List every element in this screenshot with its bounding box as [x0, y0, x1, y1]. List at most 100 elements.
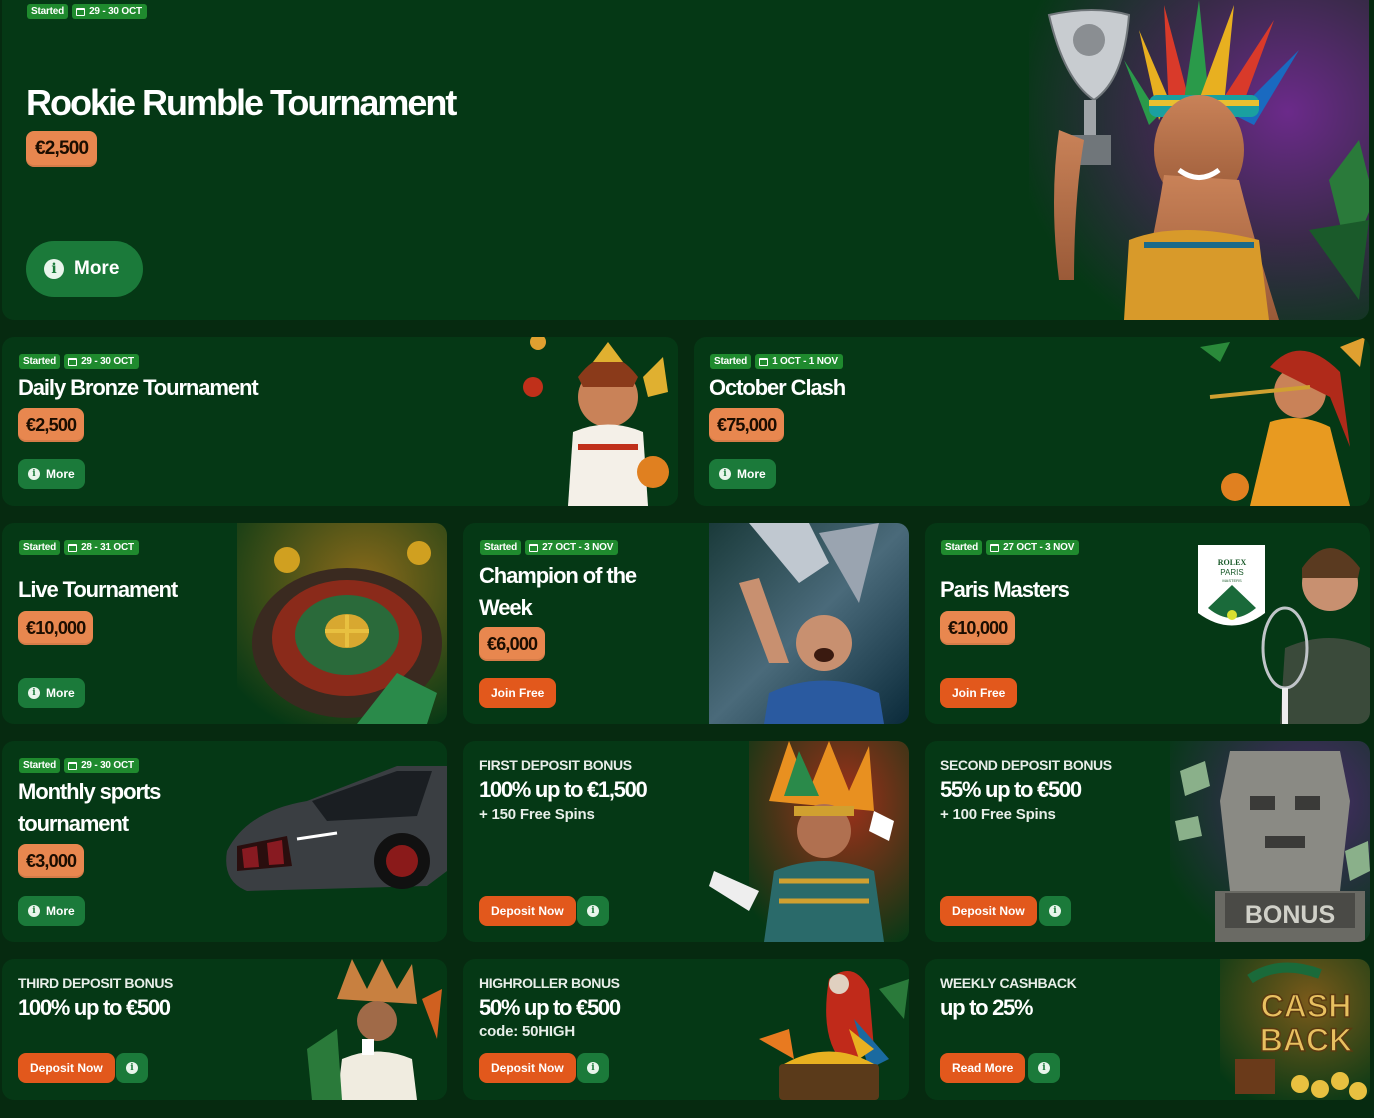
more-label: More: [74, 258, 120, 279]
prize-badge: €6,000: [479, 627, 546, 661]
bonus-card-highroller[interactable]: HIGHROLLER BONUS 50% up to €500 code: 50…: [463, 959, 909, 1100]
status-badge: Started: [19, 758, 61, 773]
tournament-title: Live Tournament: [18, 577, 178, 602]
info-button[interactable]: i: [577, 896, 609, 926]
tournament-card-champion-week[interactable]: Started 27 OCT - 3 NOV Champion of the W…: [463, 523, 909, 724]
deposit-now-button[interactable]: Deposit Now: [18, 1053, 115, 1083]
date-badge: 27 OCT - 3 NOV: [986, 540, 1080, 555]
card-badges: Started 29 - 30 OCT: [19, 354, 139, 369]
tournament-card-live[interactable]: Started 28 - 31 OCT Live Tournament €10,…: [2, 523, 447, 724]
info-icon: i: [719, 468, 731, 480]
info-icon: i: [587, 905, 599, 917]
title-line-1: Monthly sports: [18, 779, 161, 804]
deposit-now-button[interactable]: Deposit Now: [479, 896, 576, 926]
tennis-player-illustration: ROLEX PARIS MASTERS: [1198, 545, 1370, 724]
card-badges: Started 29 - 30 OCT: [19, 758, 139, 773]
calendar-icon: [68, 543, 78, 552]
tournament-card-paris-masters[interactable]: Started 27 OCT - 3 NOV Paris Masters €10…: [925, 523, 1370, 724]
more-button[interactable]: i More: [18, 459, 85, 489]
calendar-icon: [76, 7, 86, 16]
calendar-icon: [68, 357, 78, 366]
info-icon: i: [1038, 1062, 1050, 1074]
read-more-button[interactable]: Read More: [940, 1053, 1026, 1083]
date-text: 28 - 31 OCT: [81, 542, 134, 553]
bonus-title: up to 25%: [940, 995, 1034, 1020]
card-badges: Started 27 OCT - 3 NOV: [480, 540, 619, 555]
join-free-button[interactable]: Join Free: [479, 678, 557, 708]
date-text: 1 OCT - 1 NOV: [772, 356, 838, 367]
prize-badge: €3,000: [18, 844, 85, 878]
more-button[interactable]: i More: [26, 241, 144, 297]
info-icon: i: [1049, 905, 1061, 917]
deposit-now-button[interactable]: Deposit Now: [940, 896, 1037, 926]
bonus-title: 100% up to €1,500: [479, 777, 648, 802]
title-line-1: Champion of the: [479, 563, 637, 588]
calendar-icon: [68, 761, 78, 770]
svg-text:PARIS: PARIS: [1220, 568, 1243, 577]
sports-car-illustration: [226, 766, 447, 891]
tournament-card-october-clash[interactable]: Started 1 OCT - 1 NOV October Clash €75,…: [694, 337, 1370, 506]
calendar-icon: [990, 543, 1000, 552]
status-badge: Started: [19, 540, 61, 555]
prize-badge: €75,000: [709, 408, 785, 442]
bonus-subtitle: code: 50HIGH: [479, 1023, 575, 1040]
svg-text:BONUS: BONUS: [1245, 901, 1335, 929]
svg-text:ROLEX: ROLEX: [1218, 558, 1247, 567]
info-button[interactable]: i: [1028, 1053, 1060, 1083]
more-button[interactable]: i More: [18, 896, 85, 926]
info-button[interactable]: i: [1039, 896, 1071, 926]
date-text: 27 OCT - 3 NOV: [542, 542, 614, 553]
date-badge: 28 - 31 OCT: [64, 540, 139, 555]
date-text: 29 - 30 OCT: [89, 6, 142, 17]
bonus-card-second-deposit[interactable]: SECOND DEPOSIT BONUS 55% up to €500 + 10…: [925, 741, 1370, 942]
bonus-title: 100% up to €500: [18, 995, 171, 1020]
svg-text:CASH: CASH: [1261, 988, 1352, 1024]
join-free-button[interactable]: Join Free: [940, 678, 1018, 708]
calendar-icon: [759, 357, 769, 366]
bonus-label: SECOND DEPOSIT BONUS: [940, 757, 1112, 773]
info-button[interactable]: i: [116, 1053, 148, 1083]
bonus-card-first-deposit[interactable]: FIRST DEPOSIT BONUS 100% up to €1,500 + …: [463, 741, 909, 942]
more-button[interactable]: i More: [709, 459, 776, 489]
hero-woman-trophy-illustration: [1029, 0, 1369, 320]
info-button[interactable]: i: [577, 1053, 609, 1083]
bonus-card-weekly-cashback[interactable]: WEEKLY CASHBACK up to 25% Read More i CA…: [925, 959, 1370, 1100]
deposit-now-button[interactable]: Deposit Now: [479, 1053, 576, 1083]
more-button[interactable]: i More: [18, 678, 85, 708]
rolex-paris-masters-logo: ROLEX PARIS MASTERS: [1198, 545, 1265, 626]
bonus-label: THIRD DEPOSIT BONUS: [18, 975, 173, 991]
hero-card[interactable]: Started 29 - 30 OCT Rookie Rumble Tourna…: [2, 0, 1369, 320]
bonus-label: WEEKLY CASHBACK: [940, 975, 1077, 991]
roulette-wheel-illustration: [237, 523, 447, 724]
date-badge: 27 OCT - 3 NOV: [525, 540, 619, 555]
bonus-label: HIGHROLLER BONUS: [479, 975, 620, 991]
date-badge: 29 - 30 OCT: [64, 354, 139, 369]
status-badge: Started: [27, 4, 69, 19]
info-icon: i: [28, 905, 40, 917]
tournament-card-daily-bronze[interactable]: Started 29 - 30 OCT Daily Bronze Tournam…: [2, 337, 678, 506]
svg-text:BACK: BACK: [1260, 1022, 1352, 1058]
bonus-label: FIRST DEPOSIT BONUS: [479, 757, 632, 773]
bonus-subtitle: + 100 Free Spins: [940, 806, 1056, 823]
calendar-icon: [529, 543, 539, 552]
tournament-title: Paris Masters: [940, 577, 1070, 602]
goddess-chalice-illustration: [523, 337, 669, 506]
status-badge: Started: [710, 354, 752, 369]
more-label: More: [46, 904, 75, 918]
hero-badges: Started 29 - 30 OCT: [27, 4, 147, 19]
bonus-title: 55% up to €500: [940, 777, 1082, 802]
card-badges: Started 27 OCT - 3 NOV: [941, 540, 1080, 555]
tournament-card-monthly-sports[interactable]: Started 29 - 30 OCT Monthly sports tourn…: [2, 741, 447, 942]
prize-badge: €2,500: [26, 131, 98, 167]
status-badge: Started: [19, 354, 61, 369]
card-badges: Started 28 - 31 OCT: [19, 540, 139, 555]
status-badge: Started: [480, 540, 522, 555]
bonus-card-third-deposit[interactable]: THIRD DEPOSIT BONUS 100% up to €500 Depo…: [2, 959, 447, 1100]
bonus-subtitle: + 150 Free Spins: [479, 806, 595, 823]
tournament-title: October Clash: [709, 375, 846, 400]
prize-badge: €2,500: [18, 408, 85, 442]
aztec-woman-cards-illustration: [307, 959, 442, 1100]
date-badge: 29 - 30 OCT: [72, 4, 147, 19]
info-icon: i: [28, 687, 40, 699]
more-label: More: [46, 467, 75, 481]
